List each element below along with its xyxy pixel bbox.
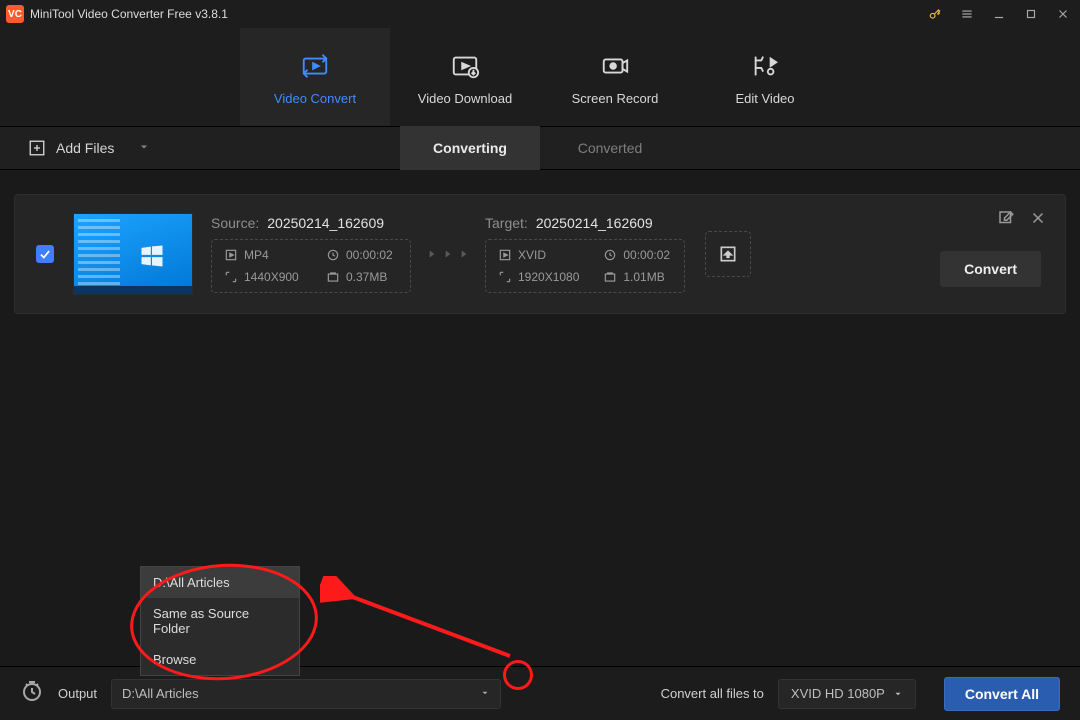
main-tabs: Video Convert Video Download Screen Reco… [0, 28, 1080, 126]
add-files-button[interactable]: Add Files [28, 139, 150, 157]
app-title: MiniTool Video Converter Free v3.8.1 [30, 7, 228, 21]
annotation-arrow [320, 576, 520, 666]
download-icon [450, 49, 480, 83]
tab-video-convert[interactable]: Video Convert [240, 28, 390, 126]
target-filename: 20250214_162609 [536, 215, 653, 231]
target-format-select[interactable]: XVID HD 1080P [778, 679, 916, 709]
video-thumbnail[interactable] [73, 213, 193, 295]
target-label: Target: [485, 215, 528, 231]
target-meta: XVID 00:00:02 1920X1080 1.01MB [485, 239, 685, 293]
tab-label: Video Convert [274, 91, 356, 106]
convert-icon [300, 49, 330, 83]
conversion-item: Source: 20250214_162609 MP4 00:00:02 144… [14, 194, 1066, 314]
tab-screen-record[interactable]: Screen Record [540, 28, 690, 126]
edit-item-icon[interactable] [997, 209, 1015, 227]
toggle-converted[interactable]: Converted [540, 126, 680, 170]
minimize-icon[interactable] [990, 5, 1008, 23]
toolbar: Add Files Converting Converted [0, 126, 1080, 170]
close-icon[interactable] [1054, 5, 1072, 23]
tab-label: Edit Video [735, 91, 794, 106]
menu-icon[interactable] [958, 5, 976, 23]
item-checkbox[interactable] [36, 245, 54, 263]
maximize-icon[interactable] [1022, 5, 1040, 23]
add-files-label: Add Files [56, 140, 114, 156]
output-option-browse[interactable]: Browse [141, 644, 299, 675]
target-settings-button[interactable] [705, 231, 751, 277]
source-size: 0.37MB [326, 270, 398, 284]
output-dropdown-menu: D:\All Articles Same as Source Folder Br… [140, 566, 300, 676]
source-resolution: 1440X900 [224, 270, 304, 284]
output-path-value: D:\All Articles [122, 686, 199, 701]
tab-label: Video Download [418, 91, 512, 106]
app-logo-icon: VC [6, 5, 24, 23]
source-label: Source: [211, 215, 259, 231]
output-path-select[interactable]: D:\All Articles [111, 679, 501, 709]
edit-icon [750, 49, 780, 83]
source-filename: 20250214_162609 [267, 215, 384, 231]
chevron-down-icon [893, 689, 903, 699]
target-size: 1.01MB [603, 270, 672, 284]
clock-icon[interactable] [20, 679, 44, 708]
target-format: XVID [498, 248, 581, 262]
titlebar: VC MiniTool Video Converter Free v3.8.1 [0, 0, 1080, 28]
tab-video-download[interactable]: Video Download [390, 28, 540, 126]
source-duration: 00:00:02 [326, 248, 398, 262]
target-resolution: 1920X1080 [498, 270, 581, 284]
record-icon [600, 49, 630, 83]
convert-button[interactable]: Convert [940, 251, 1041, 287]
output-option-path[interactable]: D:\All Articles [141, 567, 299, 598]
tab-edit-video[interactable]: Edit Video [690, 28, 840, 126]
arrow-icon [425, 247, 471, 261]
tab-label: Screen Record [572, 91, 659, 106]
output-label: Output [58, 686, 97, 701]
key-icon[interactable] [926, 5, 944, 23]
target-format-value: XVID HD 1080P [791, 686, 885, 701]
convert-state-toggle: Converting Converted [400, 126, 680, 170]
source-format: MP4 [224, 248, 304, 262]
chevron-down-icon[interactable] [138, 140, 150, 156]
chevron-down-icon [480, 686, 490, 701]
remove-item-icon[interactable] [1029, 209, 1047, 227]
output-option-same-folder[interactable]: Same as Source Folder [141, 598, 299, 644]
convert-all-to-label: Convert all files to [661, 686, 764, 701]
source-meta: MP4 00:00:02 1440X900 0.37MB [211, 239, 411, 293]
convert-all-button[interactable]: Convert All [944, 677, 1060, 711]
toggle-converting[interactable]: Converting [400, 126, 540, 170]
target-duration: 00:00:02 [603, 248, 672, 262]
